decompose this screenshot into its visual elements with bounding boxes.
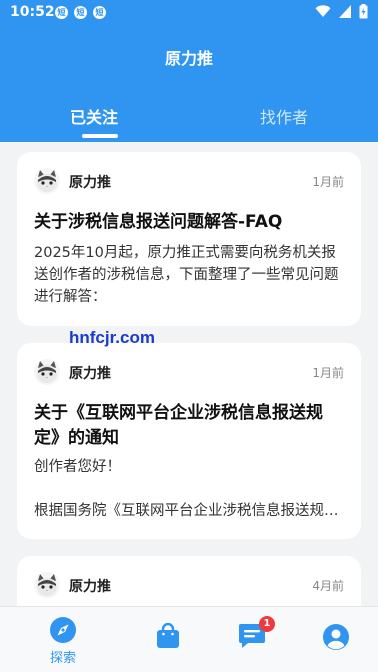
status-icons: [315, 4, 368, 19]
unread-badge: 1: [259, 616, 275, 632]
shopping-bag-icon: [157, 623, 179, 648]
wifi-icon: [315, 5, 331, 17]
post-card[interactable]: 原力推 1月前 关于涉税信息报送问题解答-FAQ 2025年10月起，原力推正式…: [17, 152, 361, 326]
tab-find-author[interactable]: 找作者: [260, 104, 308, 128]
tab-followed[interactable]: 已关注: [70, 104, 118, 128]
post-time: 1月前: [312, 175, 344, 189]
author-name[interactable]: 原力推: [69, 363, 111, 383]
avatar[interactable]: [34, 572, 60, 598]
post-excerpt: 创作者您好！: [34, 459, 121, 475]
notification-badges: 短 短 短: [55, 6, 106, 19]
battery-icon: [359, 4, 368, 19]
notification-badge: 短: [74, 6, 87, 19]
post-card[interactable]: 原力推 4月前: [17, 556, 361, 606]
status-bar: 10:52 短 短 短: [0, 0, 378, 26]
post-header: 原力推 1月前: [34, 168, 344, 194]
notification-badge: 短: [55, 6, 68, 19]
signal-icon: [339, 5, 351, 18]
cat-avatar-icon: [37, 574, 57, 596]
status-time: 10:52: [10, 4, 55, 20]
author-name[interactable]: 原力推: [69, 172, 111, 192]
watermark-text: hnfcjr.com: [69, 328, 155, 347]
post-excerpt-continued: 根据国务院《互联网平台企业涉税信息报送规定》: [34, 503, 344, 519]
nav-profile[interactable]: [291, 607, 378, 672]
nav-explore-label: 探索: [49, 651, 76, 666]
app-header: 10:52 短 短 短 原力推 已关注 找作者: [0, 0, 378, 142]
active-tab-indicator: [82, 134, 118, 138]
nav-explore[interactable]: 探索: [18, 607, 108, 672]
avatar[interactable]: [34, 168, 60, 194]
post-header: 原力推 1月前: [34, 359, 344, 385]
post-header: 原力推 4月前: [34, 572, 344, 598]
nav-shop[interactable]: [123, 607, 213, 672]
post-time: 4月前: [312, 579, 344, 593]
cat-avatar-icon: [37, 361, 57, 383]
post-card[interactable]: 原力推 1月前 关于《互联网平台企业涉税信息报送规定》的通知 创作者您好！ 根据…: [17, 343, 361, 539]
bottom-navigation: 探索 1: [0, 606, 378, 672]
page-title: 原力推: [164, 49, 213, 68]
notification-badge: 短: [93, 6, 106, 19]
post-title[interactable]: 关于涉税信息报送问题解答-FAQ: [34, 210, 344, 235]
cat-avatar-icon: [37, 170, 57, 192]
post-excerpt: 2025年10月起，原力推正式需要向税务机关报送创作者的涉税信息，下面整理了一些…: [34, 245, 339, 305]
post-title[interactable]: 关于《互联网平台企业涉税信息报送规定》的通知: [34, 401, 344, 451]
post-feed[interactable]: 原力推 1月前 关于涉税信息报送问题解答-FAQ 2025年10月起，原力推正式…: [0, 142, 378, 606]
compass-icon: [50, 617, 76, 643]
nav-messages[interactable]: 1: [207, 607, 297, 672]
profile-icon: [323, 624, 349, 650]
author-name[interactable]: 原力推: [69, 576, 111, 596]
post-time: 1月前: [312, 366, 344, 380]
avatar[interactable]: [34, 359, 60, 385]
